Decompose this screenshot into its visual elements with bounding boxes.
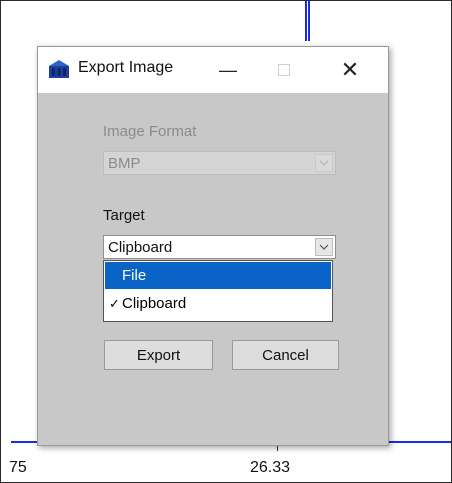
axis-tick-label-left: 75 <box>9 459 27 476</box>
target-value: Clipboard <box>108 239 173 256</box>
dropdown-option-file[interactable]: File <box>105 262 331 289</box>
app-icon <box>49 60 69 78</box>
minimize-icon: — <box>219 59 237 80</box>
chevron-down-icon[interactable] <box>315 238 333 256</box>
screenshot-frame: 75 26.33 Export Image — ✕ Image Format B… <box>0 0 452 483</box>
image-format-value: BMP <box>108 155 141 172</box>
title-bar[interactable]: Export Image — ✕ <box>38 47 388 93</box>
dropdown-option-label: Clipboard <box>122 295 187 312</box>
maximize-button <box>262 47 306 93</box>
dropdown-option-label: File <box>122 267 147 284</box>
plot-vertical-line <box>305 1 310 41</box>
close-button[interactable]: ✕ <box>328 47 372 93</box>
dropdown-option-clipboard[interactable]: ✓ Clipboard <box>105 290 331 317</box>
target-select[interactable]: Clipboard <box>103 235 336 259</box>
close-icon: ✕ <box>340 57 360 82</box>
cancel-button-label: Cancel <box>262 346 309 364</box>
checkmark-icon: ✓ <box>109 296 120 311</box>
export-image-dialog: Export Image — ✕ Image Format BMP Target… <box>37 46 389 446</box>
image-format-label: Image Format <box>103 123 197 140</box>
cancel-button[interactable]: Cancel <box>232 340 339 370</box>
target-label: Target <box>103 207 145 224</box>
axis-tick-label-mid: 26.33 <box>250 459 291 476</box>
export-button-label: Export <box>136 346 181 364</box>
window-title: Export Image <box>78 59 174 76</box>
chevron-down-icon <box>315 154 333 172</box>
minimize-button[interactable]: — <box>206 47 250 93</box>
maximize-icon <box>278 64 290 76</box>
export-button[interactable]: Export <box>104 340 213 370</box>
target-dropdown-list: File ✓ Clipboard <box>103 260 333 322</box>
image-format-select: BMP <box>103 151 336 175</box>
